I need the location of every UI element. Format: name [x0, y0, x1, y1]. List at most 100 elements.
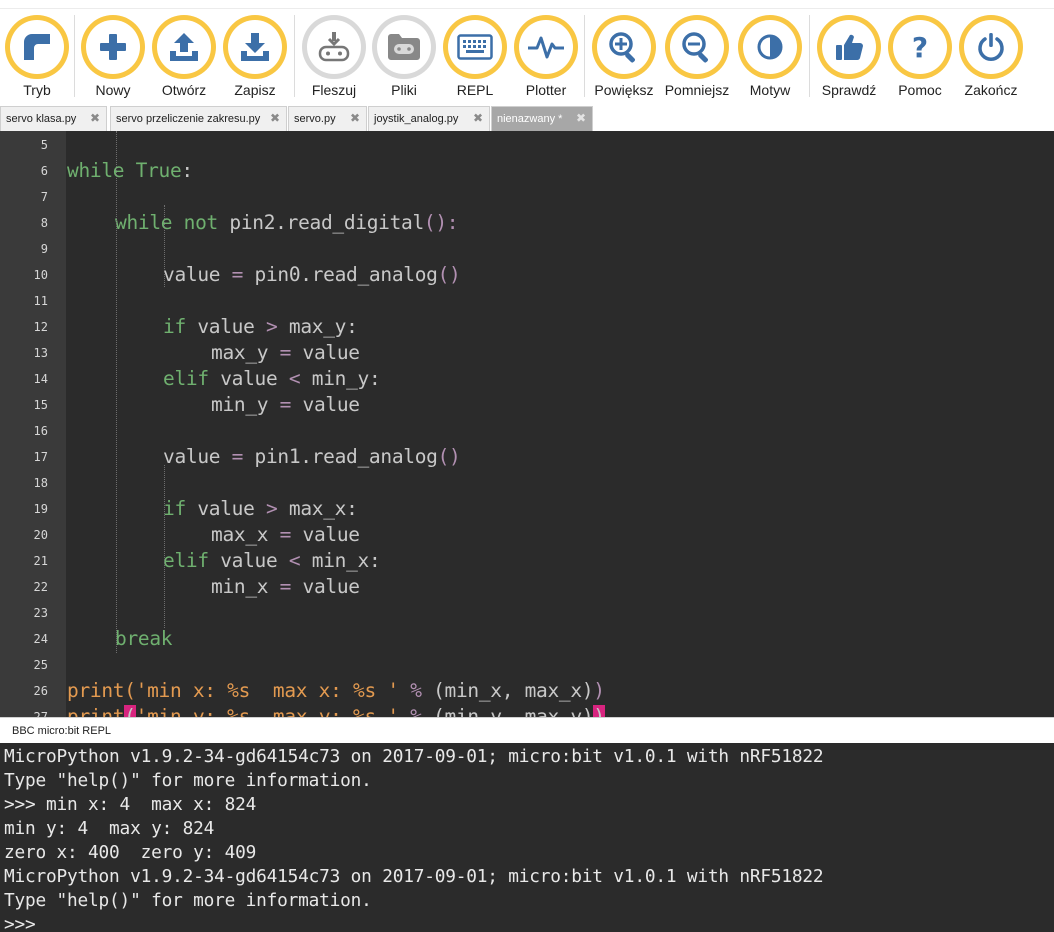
zapisz-label: Zapisz — [234, 82, 276, 98]
code-token: : — [181, 159, 193, 182]
thumbs-up-icon — [822, 20, 876, 74]
code-token: max_y: — [277, 315, 358, 338]
tab-bar: servo klasa.py ✖ servo przeliczenie zakres… — [0, 105, 1054, 131]
line-number: 21 — [33, 554, 48, 568]
repl-line: min y: 4 max y: 824 — [4, 818, 215, 839]
line-number: 13 — [33, 346, 48, 360]
otworz-button[interactable]: Otwórz — [149, 9, 219, 105]
line-number: 7 — [40, 190, 48, 204]
repl-ring — [443, 15, 507, 79]
code-editor[interactable]: 5 6 7 8 9 10 11 12 13 14 15 16 17 18 19 20 21 22 23 24 25 26 2… — [0, 131, 1054, 717]
files-device-icon — [377, 20, 431, 74]
code-line: max_x = value — [211, 523, 360, 546]
zoom-in-icon — [597, 20, 651, 74]
close-tab-icon[interactable]: ✖ — [349, 112, 361, 125]
zapisz-button[interactable]: Zapisz — [220, 9, 290, 105]
line-number: 23 — [33, 606, 48, 620]
tryb-button[interactable]: Tryb — [2, 9, 72, 105]
tab-2[interactable]: servo przeliczenie zakresu.py ✖ — [110, 106, 287, 131]
tab-4[interactable]: joystik_analog.py ✖ — [368, 106, 490, 131]
line-number: 8 — [40, 216, 48, 230]
zakoncz-button[interactable]: Zakończ — [956, 9, 1026, 105]
line-number: 16 — [33, 424, 48, 438]
code-token: = — [279, 575, 292, 598]
code-token: % — [398, 705, 434, 717]
toolbar: Tryb Nowy Otwórz Zapisz Fleszuj Pliki REPL Plot… — [0, 9, 1054, 105]
tryb-ring — [5, 15, 69, 79]
close-tab-icon[interactable]: ✖ — [575, 112, 587, 125]
code-line: min_y = value — [211, 393, 360, 416]
fleszuj-button[interactable]: Fleszuj — [299, 9, 369, 105]
toolbar-separator — [809, 15, 810, 97]
code-token: = — [279, 523, 292, 546]
repl-console[interactable]: MicroPython v1.9.2-34-gd64154c73 on 2017… — [0, 743, 1054, 932]
code-token: value — [163, 263, 232, 286]
code-token: ('min x: %s max x: %s ' — [124, 679, 399, 702]
otworz-ring — [152, 15, 216, 79]
toolbar-separator — [584, 15, 585, 97]
pomniejsz-button[interactable]: Pomniejsz — [662, 9, 732, 105]
close-tab-icon[interactable]: ✖ — [472, 112, 484, 125]
motyw-button[interactable]: Motyw — [735, 9, 805, 105]
code-token: () — [437, 263, 461, 286]
code-token: (): — [423, 211, 459, 234]
code-token: ) — [593, 679, 605, 702]
repl-button[interactable]: REPL — [440, 9, 510, 105]
code-line: value = pin0.read_analog() — [163, 263, 461, 286]
plotter-label: Plotter — [525, 82, 567, 98]
code-token: (min_x, max_x) — [433, 679, 594, 702]
line-number: 25 — [33, 658, 48, 672]
zapisz-ring — [223, 15, 287, 79]
code-token: = — [231, 445, 244, 468]
code-token: value — [291, 341, 361, 364]
zakoncz-label: Zakończ — [964, 82, 1018, 98]
pliki-button[interactable]: Pliki — [369, 9, 439, 105]
line-number: 20 — [33, 528, 48, 542]
line-number: 5 — [40, 138, 48, 152]
pulse-icon — [519, 20, 573, 74]
plotter-button[interactable]: Plotter — [511, 9, 581, 105]
line-number: 15 — [33, 398, 48, 412]
line-number: 11 — [33, 294, 48, 308]
line-number: 6 — [40, 164, 48, 178]
code-token: if — [163, 497, 186, 520]
indent-guide — [164, 465, 165, 628]
tab-label: servo przeliczenie zakresu.py — [116, 113, 261, 125]
tab-3[interactable]: servo.py ✖ — [288, 106, 367, 131]
code-token: not — [183, 211, 219, 234]
code-token: = — [279, 393, 292, 416]
line-number: 19 — [33, 502, 48, 516]
code-token: min_y: — [300, 367, 381, 390]
code-token: value — [208, 367, 289, 390]
line-number: 18 — [33, 476, 48, 490]
toolbar-separator — [294, 15, 295, 97]
code-line: print('min x: %s max x: %s ' % (min_x, m… — [67, 679, 605, 702]
powieksz-button[interactable]: Powiększ — [589, 9, 659, 105]
nowy-button[interactable]: Nowy — [78, 9, 148, 105]
repl-line: >>> min x: 4 max x: 824 — [4, 794, 257, 815]
line-number: 9 — [40, 242, 48, 256]
sprawdz-ring — [817, 15, 881, 79]
code-token: max_y — [211, 341, 280, 364]
repl-line: zero x: 400 zero y: 409 — [4, 842, 257, 863]
code-token: min_x — [211, 575, 280, 598]
repl-line: MicroPython v1.9.2-34-gd64154c73 on 2017… — [4, 746, 824, 767]
line-number: 12 — [33, 320, 48, 334]
pomoc-button[interactable]: ? Pomoc — [885, 9, 955, 105]
line-number: 22 — [33, 580, 48, 594]
code-token: > — [265, 315, 278, 338]
code-line: max_y = value — [211, 341, 360, 364]
line-number: 27 — [33, 710, 48, 717]
tab-1[interactable]: servo klasa.py ✖ — [0, 106, 107, 131]
close-tab-icon[interactable]: ✖ — [89, 112, 101, 125]
sprawdz-button[interactable]: Sprawdź — [814, 9, 884, 105]
code-token: = — [231, 263, 244, 286]
repl-title: BBC micro:bit REPL — [12, 725, 112, 737]
toolbar-separator — [74, 15, 75, 97]
code-line: if value > max_x: — [163, 497, 358, 520]
tab-5[interactable]: nienazwany * ✖ — [491, 106, 593, 131]
code-line: min_x = value — [211, 575, 360, 598]
close-tab-icon[interactable]: ✖ — [269, 112, 281, 125]
